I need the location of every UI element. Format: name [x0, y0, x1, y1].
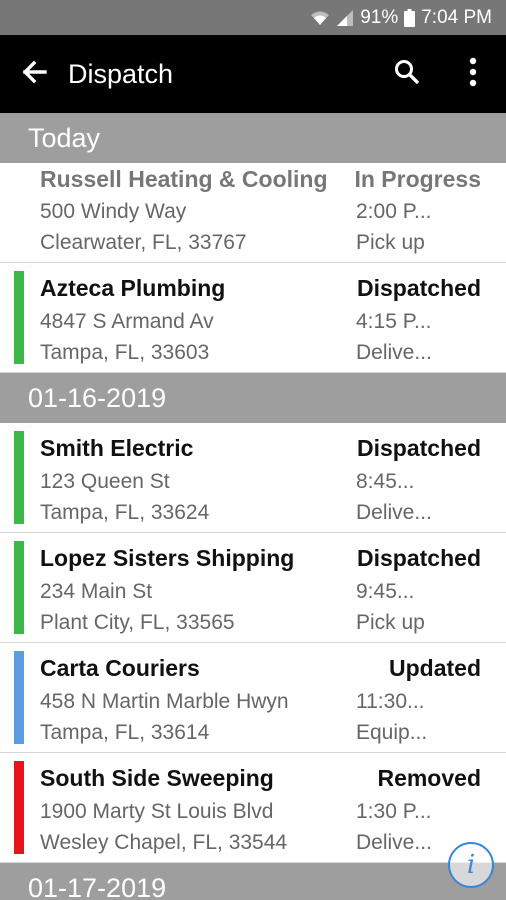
city-state-zip: Clearwater, FL, 33767	[40, 231, 247, 254]
list-item[interactable]: Lopez Sisters Shipping Dispatched 234 Ma…	[0, 533, 506, 643]
search-button[interactable]	[374, 35, 440, 113]
status-label: In Progress	[354, 166, 481, 192]
company-name: South Side Sweeping	[40, 765, 274, 791]
job-type: Delive...	[356, 501, 432, 524]
status-stripe	[14, 541, 24, 634]
city-state-zip: Tampa, FL, 33603	[40, 341, 210, 364]
city-state-zip: Plant City, FL, 33565	[40, 611, 235, 634]
street-address: 4847 S Armand Av	[40, 310, 214, 333]
list-item[interactable]: Russell Heating & Cooling In Progress 50…	[0, 163, 506, 263]
battery-icon	[404, 8, 416, 27]
street-address: 500 Windy Way	[40, 200, 187, 223]
app-bar: Dispatch	[0, 35, 506, 113]
appointment-time: 1:30 P...	[356, 800, 432, 823]
appointment-time: 8:45...	[356, 470, 415, 493]
job-type: Pick up	[356, 611, 425, 634]
more-vert-icon	[469, 57, 477, 92]
signal-icon	[336, 9, 354, 27]
street-address: 234 Main St	[40, 580, 153, 603]
clock: 7:04 PM	[421, 6, 492, 28]
status-stripe	[14, 761, 24, 854]
company-name: Lopez Sisters Shipping	[40, 545, 295, 571]
back-button[interactable]	[0, 35, 68, 113]
status-label: Removed	[377, 765, 481, 791]
page-title: Dispatch	[68, 58, 174, 89]
appointment-time: 2:00 P...	[356, 200, 432, 223]
list-item[interactable]: South Side Sweeping Removed 1900 Marty S…	[0, 753, 506, 863]
street-address: 1900 Marty St Louis Blvd	[40, 800, 274, 823]
list-item[interactable]: Azteca Plumbing Dispatched 4847 S Armand…	[0, 263, 506, 373]
dispatch-list: Today Russell Heating & Cooling In Progr…	[0, 113, 506, 900]
appointment-time: 9:45...	[356, 580, 415, 603]
company-name: Carta Couriers	[40, 655, 200, 681]
section-header-date: 01-16-2019	[0, 373, 506, 423]
more-options-button[interactable]	[440, 35, 506, 113]
status-stripe	[14, 431, 24, 524]
job-type: Pick up	[356, 231, 425, 254]
status-label: Updated	[389, 655, 481, 681]
section-header-date: 01-17-2019	[0, 863, 506, 900]
city-state-zip: Tampa, FL, 33624	[40, 501, 210, 524]
status-bar: 91% 7:04 PM	[0, 0, 506, 35]
company-name: Smith Electric	[40, 435, 194, 461]
info-button[interactable]: i	[448, 842, 494, 888]
section-header-today: Today	[0, 113, 506, 163]
list-item[interactable]: Smith Electric Dispatched 123 Queen St 8…	[0, 423, 506, 533]
status-label: Dispatched	[357, 545, 481, 571]
company-name: Russell Heating & Cooling	[40, 166, 328, 192]
appointment-time: 4:15 P...	[356, 310, 432, 333]
status-label: Dispatched	[357, 435, 481, 461]
job-type: Delive...	[356, 341, 432, 364]
job-type: Delive...	[356, 831, 432, 854]
status-stripe	[14, 651, 24, 744]
list-item[interactable]: Carta Couriers Updated 458 N Martin Marb…	[0, 643, 506, 753]
street-address: 458 N Martin Marble Hwyn	[40, 690, 289, 713]
street-address: 123 Queen St	[40, 470, 170, 493]
back-arrow-icon	[21, 60, 47, 89]
job-type: Equip...	[356, 721, 428, 744]
appointment-time: 11:30...	[356, 690, 425, 713]
search-icon	[394, 59, 420, 90]
company-name: Azteca Plumbing	[40, 275, 226, 301]
city-state-zip: Wesley Chapel, FL, 33544	[40, 831, 288, 854]
wifi-icon	[310, 9, 330, 27]
status-label: Dispatched	[357, 275, 481, 301]
battery-percent: 91%	[360, 6, 399, 28]
status-stripe	[14, 271, 24, 364]
info-icon: i	[466, 850, 476, 880]
city-state-zip: Tampa, FL, 33614	[40, 721, 210, 744]
